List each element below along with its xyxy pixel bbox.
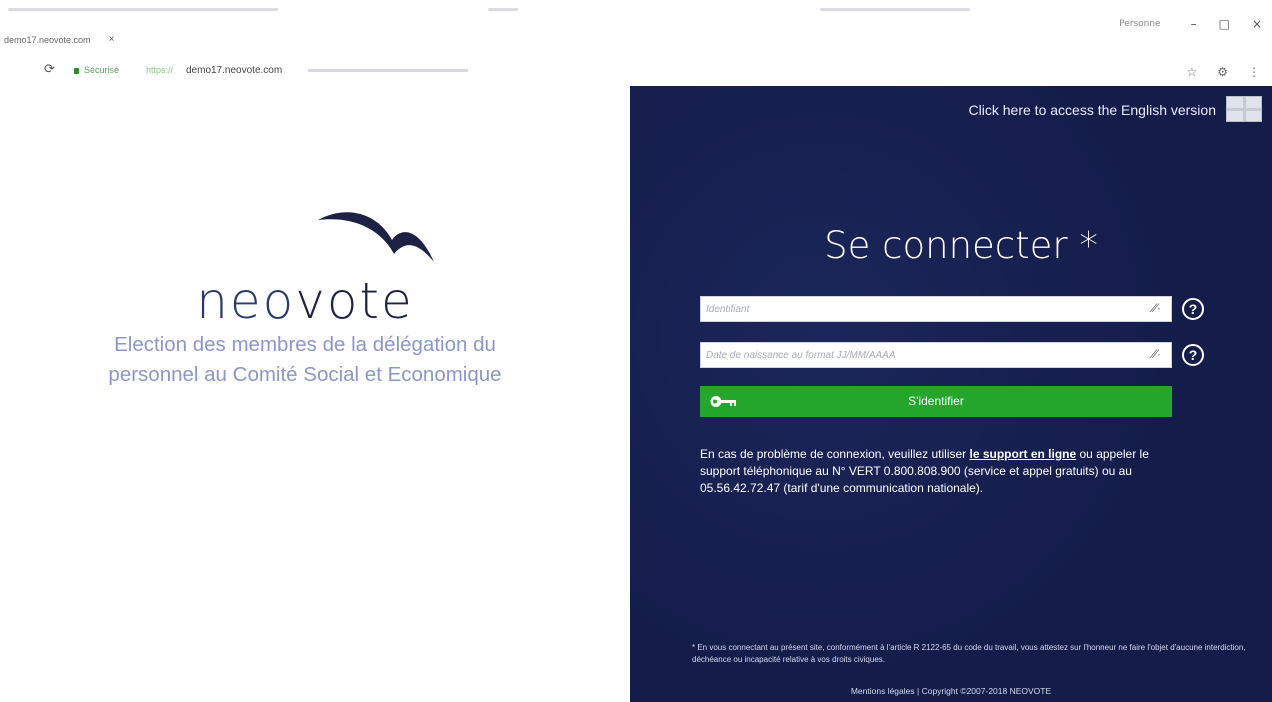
star-icon[interactable]: ☆ bbox=[1186, 65, 1197, 79]
tab-title: demo17.neovote.com bbox=[4, 34, 91, 45]
more-vert-icon[interactable]: ⋮ bbox=[1248, 65, 1260, 79]
logo-suffix: vote bbox=[295, 272, 414, 330]
election-title: Election des membres de la délégation du… bbox=[40, 330, 570, 390]
lock-icon bbox=[74, 68, 79, 74]
help-text-before: En cas de problème de connexion, veuille… bbox=[700, 447, 970, 461]
support-online-link[interactable]: le support en ligne bbox=[969, 447, 1076, 461]
legal-mentions-link[interactable]: Mentions légales bbox=[851, 686, 915, 696]
address-bar: ⟳ Sécurisé https:// demo17.neovote.com ☆… bbox=[0, 60, 1272, 84]
login-button[interactable]: S'identifier bbox=[700, 386, 1172, 417]
legal-notice: * En vous connectant au présent site, co… bbox=[692, 643, 1246, 664]
secure-label: Sécurisé bbox=[84, 65, 120, 75]
footer: Mentions légales | Copyright ©2007-2018 … bbox=[630, 686, 1272, 696]
identifier-help-icon[interactable]: ? bbox=[1182, 298, 1204, 320]
blurred-url-path bbox=[308, 69, 468, 72]
blurred-text bbox=[8, 8, 278, 11]
logo-wordmark: neovote bbox=[40, 272, 570, 330]
browser-tab[interactable]: demo17.neovote.com × bbox=[4, 34, 114, 45]
maximize-button[interactable]: □ bbox=[1219, 17, 1230, 31]
url-protocol: https:// bbox=[146, 65, 174, 75]
birthdate-field-wrapper: ⁄⁄· bbox=[700, 342, 1172, 368]
support-help-text: En cas de problème de connexion, veuille… bbox=[700, 446, 1180, 497]
url-text[interactable]: demo17.neovote.com bbox=[186, 65, 282, 76]
page-title: Se connecter * bbox=[824, 224, 1098, 267]
birthdate-help-icon[interactable]: ? bbox=[1182, 344, 1204, 366]
logo-prefix: neo bbox=[196, 272, 296, 330]
identifier-input[interactable] bbox=[701, 297, 1131, 321]
reload-icon[interactable]: ⟳ bbox=[44, 62, 55, 77]
gear-icon[interactable]: ⚙ bbox=[1217, 65, 1228, 79]
birthdate-input[interactable] bbox=[701, 343, 1131, 367]
tab-close-icon[interactable]: × bbox=[109, 34, 115, 45]
blurred-text bbox=[488, 8, 518, 11]
blurred-text bbox=[820, 8, 970, 11]
toggle-visibility-icon[interactable]: ⁄⁄· bbox=[1153, 301, 1161, 315]
identifier-field-wrapper: ⁄⁄· bbox=[700, 296, 1172, 322]
window-controls: Personne – □ × bbox=[1119, 17, 1262, 31]
english-version-link[interactable]: Click here to access the English version bbox=[969, 102, 1216, 118]
bird-logo-icon bbox=[318, 212, 434, 262]
browser-title-bar bbox=[0, 0, 1272, 30]
election-title-line: Election des membres de la délégation du bbox=[114, 333, 496, 356]
copyright-text: Copyright ©2007-2018 NEOVOTE bbox=[921, 686, 1052, 696]
browser-toolbar-icons: ☆ ⚙ ⋮ bbox=[1186, 65, 1260, 79]
uk-flag-icon[interactable] bbox=[1226, 96, 1262, 122]
footer-separator: | bbox=[914, 686, 922, 696]
minimize-button[interactable]: – bbox=[1191, 17, 1197, 31]
profile-label[interactable]: Personne bbox=[1119, 19, 1160, 29]
election-title-line: personnel au Comité Social et Economique bbox=[108, 363, 502, 386]
login-panel: Click here to access the English version… bbox=[630, 86, 1272, 702]
close-window-button[interactable]: × bbox=[1252, 17, 1262, 31]
login-button-label: S'identifier bbox=[908, 394, 964, 408]
toggle-visibility-icon[interactable]: ⁄⁄· bbox=[1153, 347, 1161, 361]
